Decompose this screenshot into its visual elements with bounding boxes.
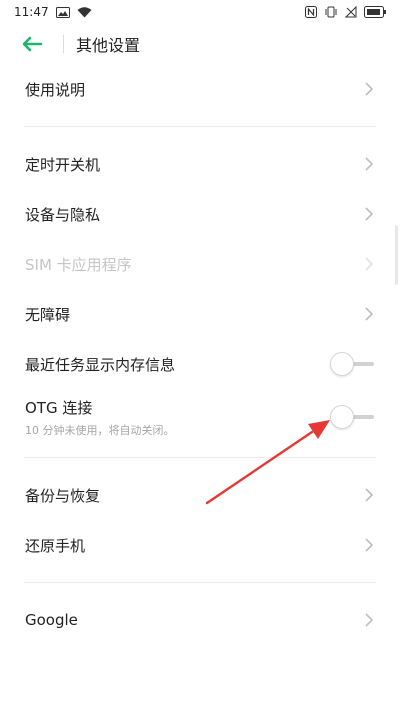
page-title: 其他设置 xyxy=(76,36,141,55)
back-button[interactable] xyxy=(0,24,64,64)
item-label: 还原手机 xyxy=(25,536,86,555)
scroll-edge-handle xyxy=(395,225,398,285)
status-time: 11:47 xyxy=(14,5,49,19)
chevron-right-icon xyxy=(365,157,374,171)
item-device-privacy[interactable]: 设备与隐私 xyxy=(0,189,400,239)
item-backup-restore[interactable]: 备份与恢复 xyxy=(0,470,400,520)
item-label: OTG 连接 xyxy=(25,398,93,417)
toggle-knob xyxy=(330,405,354,429)
toggle-knob xyxy=(330,352,354,376)
item-recent-memory-info: 最近任务显示内存信息 xyxy=(0,339,400,389)
signal-icon xyxy=(345,6,357,18)
item-label: 最近任务显示内存信息 xyxy=(25,355,176,374)
item-sim-apps: SIM 卡应用程序 xyxy=(0,239,400,289)
item-sublabel: 10 分钟未使用，将自动关闭。 xyxy=(25,423,175,437)
image-icon xyxy=(55,6,70,18)
item-otg: OTG 连接 10 分钟未使用，将自动关闭。 xyxy=(0,389,400,445)
item-reset-phone[interactable]: 还原手机 xyxy=(0,520,400,570)
chevron-right-icon xyxy=(365,613,374,627)
item-label: 备份与恢复 xyxy=(25,486,101,505)
status-bar: 11:47 xyxy=(0,0,400,24)
chevron-right-icon xyxy=(365,488,374,502)
chevron-right-icon xyxy=(365,207,374,221)
back-arrow-icon xyxy=(22,36,43,52)
item-label: 设备与隐私 xyxy=(25,205,101,224)
item-scheduled-power[interactable]: 定时开关机 xyxy=(0,139,400,189)
item-google[interactable]: Google xyxy=(0,595,400,645)
divider xyxy=(24,457,376,458)
battery-icon xyxy=(364,6,386,18)
memory-info-toggle[interactable] xyxy=(330,352,376,376)
settings-list: 使用说明 定时开关机 设备与隐私 SIM 卡应用程序 无障碍 最近任务显示内存信… xyxy=(0,64,400,645)
app-header: 其他设置 xyxy=(0,24,400,64)
chevron-right-icon xyxy=(365,307,374,321)
item-label: 使用说明 xyxy=(25,80,86,99)
otg-toggle[interactable] xyxy=(330,405,376,429)
chevron-right-icon xyxy=(365,82,374,96)
item-user-guide[interactable]: 使用说明 xyxy=(0,64,400,114)
chevron-right-icon xyxy=(365,257,374,271)
wifi-icon xyxy=(77,6,92,18)
divider xyxy=(24,582,376,583)
divider xyxy=(24,126,376,127)
vibrate-icon xyxy=(324,6,338,18)
item-label: 定时开关机 xyxy=(25,155,101,174)
item-label: 无障碍 xyxy=(25,305,71,324)
item-accessibility[interactable]: 无障碍 xyxy=(0,289,400,339)
nfc-icon xyxy=(305,6,317,18)
chevron-right-icon xyxy=(365,538,374,552)
item-label: Google xyxy=(25,611,78,629)
item-label: SIM 卡应用程序 xyxy=(25,255,132,274)
